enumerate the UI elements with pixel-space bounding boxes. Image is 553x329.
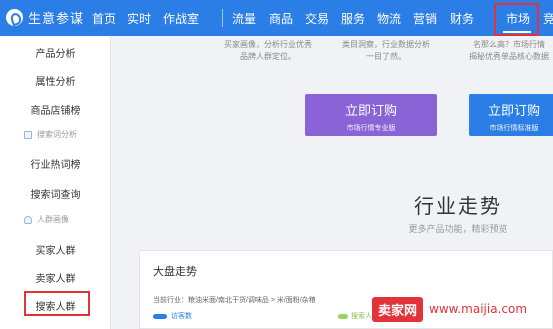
nav-home[interactable]: 首页: [92, 10, 116, 27]
nav-logistics[interactable]: 物流: [377, 10, 401, 27]
nav-war-room[interactable]: 作战室: [163, 10, 199, 27]
watermark: 卖家网 www.maijia.com: [372, 294, 527, 324]
watermark-badge: 卖家网: [372, 296, 424, 322]
nav-divider: [222, 9, 223, 27]
industry-breadcrumb[interactable]: 当前行业：粮油米面/南北干货/调味品 > 米/面粉/杂粮: [153, 295, 316, 305]
chart-icon: [24, 130, 32, 139]
nav-products[interactable]: 商品: [269, 10, 293, 27]
order-pro-button[interactable]: 立即订购 市场行情专业版: [305, 94, 437, 136]
feature-desc-buyer-profile: 买家画像，分析行业优秀 品牌人群定位。: [224, 40, 312, 61]
sidebar-section-label: 搜索词分析: [37, 130, 77, 139]
sidebar-item-buyer-crowd[interactable]: 买家人群: [0, 242, 111, 257]
logo-icon: [6, 9, 23, 26]
nav-realtime[interactable]: 实时: [127, 10, 151, 27]
active-tab-indicator: [503, 31, 531, 33]
sidebar-item-attribute-analysis[interactable]: 属性分析: [0, 73, 111, 88]
search-crowd-highlight-box: [24, 291, 90, 316]
section-title: 行业走势: [414, 196, 502, 218]
sidebar-section-label: 人群画像: [37, 215, 69, 224]
legend-swatch-green: [338, 313, 348, 319]
top-navigation-bar: 生意参谋 首页 实时 作战室 流量 商品 交易 服务 物流 营销 财务 市场 竞: [0, 0, 553, 36]
section-subtitle: 更多产品功能，精彩预览: [408, 224, 508, 234]
sidebar-item-hot-words[interactable]: 行业热词榜: [0, 156, 111, 171]
feature-desc-category-insight: 类目洞察，行业数据分析 一目了然。: [342, 40, 430, 61]
sidebar-item-product-analysis[interactable]: 产品分析: [0, 45, 111, 60]
watermark-url: www.maijia.com: [429, 302, 528, 316]
sidebar-item-search-query[interactable]: 搜索词查询: [0, 186, 111, 201]
logo[interactable]: 生意参谋: [6, 8, 84, 27]
nav-transactions[interactable]: 交易: [305, 10, 329, 27]
sidebar-section-crowd-profile: 人群画像: [24, 214, 69, 225]
nav-competition[interactable]: 竞: [543, 10, 553, 27]
sidebar-item-seller-crowd[interactable]: 卖家人群: [0, 270, 111, 285]
nav-marketing[interactable]: 营销: [413, 10, 437, 27]
feature-desc-product-data: 名那么高？市场行情 揭秘优秀单品核心数据: [469, 40, 549, 61]
nav-traffic[interactable]: 流量: [232, 10, 256, 27]
panel-title: 大盘走势: [153, 266, 197, 278]
legend-swatch-blue: [153, 313, 167, 319]
sidebar: 产品分析 属性分析 商品店铺榜 搜索词分析 行业热词榜 搜索词查询 人群画像 买…: [0, 36, 111, 329]
person-icon: [24, 215, 32, 224]
brand-name: 生意参谋: [28, 11, 85, 26]
order-standard-button[interactable]: 立即订购 市场行情标准版: [469, 94, 553, 136]
nav-finance[interactable]: 财务: [450, 10, 474, 27]
nav-service[interactable]: 服务: [341, 10, 365, 27]
legend-visitors[interactable]: 访客数: [153, 311, 192, 321]
sidebar-section-search-terms: 搜索词分析: [24, 129, 77, 140]
sidebar-item-product-shop-ranking[interactable]: 商品店铺榜: [0, 102, 111, 117]
